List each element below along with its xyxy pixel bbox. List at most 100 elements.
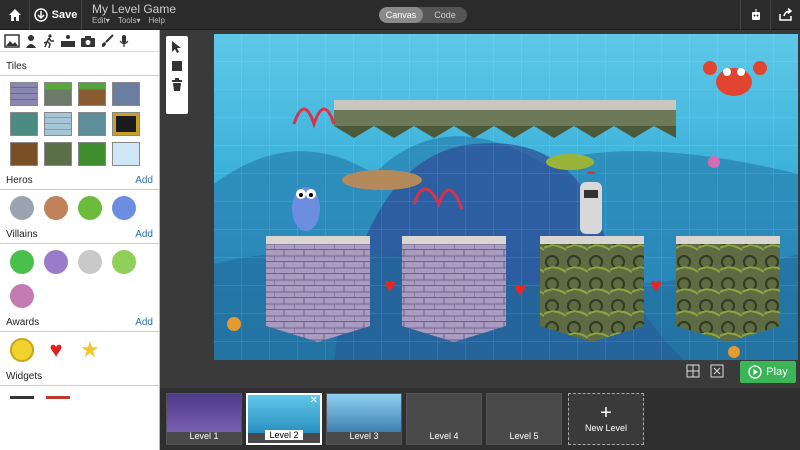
tile-teal-block[interactable] — [78, 112, 106, 136]
level-label-4: Level 4 — [429, 431, 459, 441]
view-controls — [686, 364, 724, 378]
hero-dragon[interactable] — [78, 196, 102, 220]
home-icon — [8, 9, 21, 21]
download-icon — [33, 8, 48, 22]
hero-knight[interactable] — [10, 196, 34, 220]
tile-teal-rock[interactable] — [10, 112, 38, 136]
canvas-tool-palette — [166, 36, 188, 114]
tile-ice-brick[interactable] — [44, 112, 72, 136]
level-label-3: Level 3 — [349, 431, 379, 441]
fullscreen-icon[interactable] — [710, 364, 724, 378]
brick-pillar-2[interactable] — [402, 236, 506, 342]
tile-cloud[interactable] — [112, 142, 140, 166]
widgets-section-header: Widgets — [0, 368, 159, 386]
top-toolbar: Save My Level Game Edit▾ Tools▾ Help Can… — [0, 0, 800, 30]
save-label: Save — [51, 9, 78, 21]
image-icon[interactable] — [4, 33, 20, 48]
vine-pillar-1[interactable] — [540, 236, 644, 342]
tiles-grid — [0, 76, 159, 172]
level-strip: Level 1 Level 2 ✕ Level 3 Level 4 Level … — [160, 388, 800, 450]
hero-girl[interactable] — [44, 196, 68, 220]
vine-pillar-2[interactable] — [676, 236, 780, 342]
star-icon[interactable]: ★ — [78, 337, 102, 362]
platform-icon[interactable] — [60, 34, 76, 48]
villain-robot-knight[interactable] — [78, 250, 102, 274]
brush-icon[interactable] — [100, 33, 114, 48]
tile-gold-block[interactable] — [112, 112, 140, 136]
villain-green-fish[interactable] — [112, 250, 136, 274]
export-button[interactable] — [770, 0, 800, 30]
play-icon — [748, 365, 762, 379]
menu-bar: Edit▾ Tools▾ Help — [92, 16, 165, 25]
heros-list — [0, 190, 159, 226]
game-scene: ♥ ♥ ♥ — [214, 34, 798, 360]
tab-canvas[interactable]: Canvas — [379, 7, 423, 23]
close-icon[interactable]: ✕ — [310, 395, 318, 406]
level-thumb-3[interactable]: Level 3 — [326, 393, 402, 445]
villain-green-alien[interactable] — [10, 250, 34, 274]
trash-icon[interactable] — [171, 78, 183, 92]
hero-blue-monster[interactable] — [112, 196, 136, 220]
play-button[interactable]: Play — [740, 361, 796, 383]
villain-pink-robot[interactable] — [10, 284, 34, 308]
menu-edit[interactable]: Edit▾ — [92, 16, 110, 25]
level-label-2: Level 2 — [265, 430, 303, 440]
tile-vine-stone[interactable] — [44, 142, 72, 166]
awards-title: Awards — [6, 317, 40, 328]
hero-blue-monster-sprite[interactable] — [292, 187, 320, 231]
top-right-actions — [740, 0, 800, 30]
level-preview-3 — [327, 394, 401, 432]
heart-award-3[interactable]: ♥ — [650, 275, 662, 297]
widgets-list — [0, 386, 159, 409]
widget-dark-bar[interactable] — [10, 396, 34, 399]
awards-section-header: Awards Add — [0, 314, 159, 332]
floating-platform[interactable] — [334, 100, 676, 138]
new-level-label: New Level — [584, 422, 628, 433]
villains-add-link[interactable]: Add — [135, 229, 153, 240]
tile-grass-stone[interactable] — [44, 82, 72, 106]
menu-help[interactable]: Help — [149, 16, 165, 25]
tile-purple-brick[interactable] — [10, 82, 38, 106]
rectangle-select-icon[interactable] — [171, 60, 183, 72]
tile-grass-dirt[interactable] — [78, 82, 106, 106]
villains-section-header: Villains Add — [0, 226, 159, 244]
heros-add-link[interactable]: Add — [135, 175, 153, 186]
home-button[interactable] — [0, 0, 30, 30]
save-button[interactable]: Save — [30, 0, 82, 30]
brick-pillar-1[interactable] — [266, 236, 370, 342]
camera-icon[interactable] — [80, 34, 96, 48]
level-thumb-4[interactable]: Level 4 — [406, 393, 482, 445]
grid-toggle-icon[interactable] — [686, 364, 700, 378]
asset-type-bar — [0, 30, 159, 52]
menu-tools[interactable]: Tools▾ — [118, 16, 141, 25]
tile-leafy-grass[interactable] — [78, 142, 106, 166]
heart-icon[interactable]: ♥ — [44, 337, 68, 362]
level-thumb-5[interactable]: Level 5 — [486, 393, 562, 445]
villains-list — [0, 244, 159, 314]
running-icon[interactable] — [42, 33, 56, 48]
tile-blue-rock[interactable] — [112, 82, 140, 106]
microphone-icon[interactable] — [118, 34, 130, 48]
tiles-section-header: Tiles — [0, 58, 159, 76]
level-label-5: Level 5 — [509, 431, 539, 441]
share-icon — [778, 8, 792, 21]
tab-code[interactable]: Code — [423, 7, 467, 23]
heart-award-1[interactable]: ♥ — [384, 275, 396, 297]
asset-sidebar: Tiles Heros Add Villains Add Awards Add … — [0, 30, 160, 450]
villain-purple-crab[interactable] — [44, 250, 68, 274]
editor-area: ♥ ♥ ♥ Play — [160, 30, 800, 388]
awards-list: ♥ ★ — [0, 332, 159, 368]
pointer-icon[interactable] — [171, 40, 183, 54]
game-canvas[interactable]: ♥ ♥ ♥ — [214, 34, 798, 360]
heart-award-2[interactable]: ♥ — [514, 279, 526, 301]
level-thumb-2[interactable]: Level 2 ✕ — [246, 393, 322, 445]
level-thumb-1[interactable]: Level 1 — [166, 393, 242, 445]
new-level-button[interactable]: + New Level — [568, 393, 644, 445]
widget-red-bar[interactable] — [46, 396, 70, 399]
game-title[interactable]: My Level Game — [92, 2, 176, 16]
person-icon[interactable] — [24, 34, 38, 48]
award-coin[interactable] — [10, 338, 34, 362]
tile-wood-crate[interactable] — [10, 142, 38, 166]
awards-add-link[interactable]: Add — [135, 317, 153, 328]
share-preview-button[interactable] — [740, 0, 770, 30]
